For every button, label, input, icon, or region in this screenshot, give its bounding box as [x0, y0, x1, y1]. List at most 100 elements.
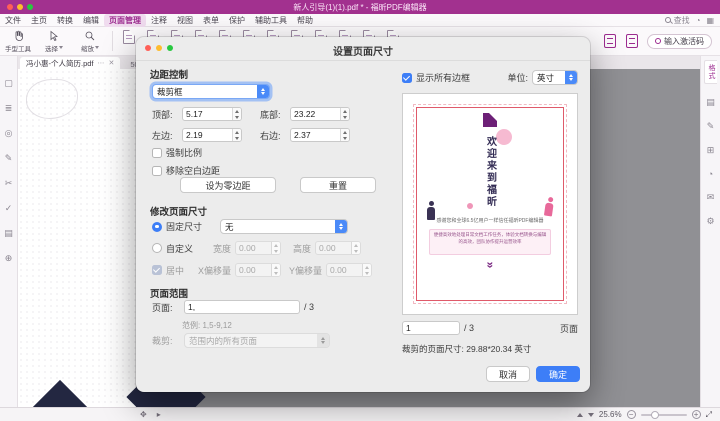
stepper-icon: [271, 264, 280, 276]
menu-view[interactable]: 视图: [172, 14, 198, 27]
fixed-size-radio[interactable]: [152, 222, 162, 232]
align-panel-icon[interactable]: ⊞: [707, 145, 715, 156]
attachments-panel-icon[interactable]: ✂: [5, 178, 13, 189]
box-type-value: 裁剪框: [153, 85, 257, 98]
page-range-input[interactable]: 1,: [184, 300, 300, 314]
sketch-decoration: [26, 79, 78, 119]
menu-file[interactable]: 文件: [0, 14, 26, 27]
hand-icon: [12, 30, 24, 42]
previous-page-icon[interactable]: [577, 413, 583, 417]
layout-grid-icon[interactable]: ▦: [706, 16, 714, 25]
custom-size-radio[interactable]: [152, 243, 162, 253]
document-tab-active[interactable]: 冯小惠-个人简历.pdf ⋯ ✕: [20, 57, 120, 69]
edit-panel-icon[interactable]: ✎: [707, 121, 715, 132]
tab-more-icon[interactable]: ⋯: [98, 59, 105, 67]
hand-tool-button[interactable]: 手型工具: [0, 28, 36, 55]
minimize-window-button[interactable]: [17, 4, 23, 10]
chevron-down-icon: [59, 46, 63, 49]
find-button[interactable]: 查找: [665, 15, 690, 26]
zoom-out-button[interactable]: −: [627, 410, 636, 419]
width-input: 0.00: [235, 241, 281, 255]
bookmarks-panel-icon[interactable]: ▢: [4, 78, 13, 89]
menu-accessibility[interactable]: 辅助工具: [250, 14, 292, 27]
zoom-tool-button[interactable]: 缩放: [72, 28, 108, 55]
pdf-page[interactable]: [18, 69, 136, 407]
signature-panel-icon[interactable]: ✓: [5, 203, 13, 214]
menu-comment[interactable]: 注释: [146, 14, 172, 27]
fixed-size-select[interactable]: 无: [220, 219, 348, 234]
ribbon-menubar: 文件 主页 转换 编辑 页面管理 注释 视图 表单 保护 辅助工具 帮助 查找 …: [0, 14, 720, 27]
stepper-icon[interactable]: [340, 108, 349, 120]
height-input: 0.00: [315, 241, 361, 255]
left-margin-label: 左边:: [152, 129, 178, 142]
notification-icon[interactable]: ◔: [696, 16, 701, 25]
menu-home[interactable]: 主页: [26, 14, 52, 27]
reset-button[interactable]: 重置: [300, 177, 376, 193]
zoom-in-button[interactable]: +: [692, 410, 701, 419]
center-label: 居中: [166, 264, 184, 277]
select-arrows-icon: [257, 85, 269, 98]
format-panel-tab[interactable]: 格式: [704, 60, 717, 84]
remove-blank-margins-checkbox[interactable]: 移除空白边距: [152, 164, 220, 177]
box-type-select[interactable]: 裁剪框: [152, 84, 270, 99]
menu-form[interactable]: 表单: [198, 14, 224, 27]
next-page-icon[interactable]: [588, 413, 594, 417]
page-range-example: 范例: 1,5-9,12: [182, 320, 232, 331]
cropped-size-readout: 裁剪的页面尺寸: 29.88*20.34 英寸: [402, 343, 531, 355]
cancel-button[interactable]: 取消: [486, 366, 530, 382]
enter-activation-code-button[interactable]: 输入激活码: [647, 34, 712, 49]
statusbar-select-tool-icon[interactable]: ▸: [157, 410, 161, 419]
menu-edit[interactable]: 编辑: [78, 14, 104, 27]
comments-panel-icon[interactable]: ✎: [5, 153, 13, 164]
destinations-panel-icon[interactable]: ⊕: [5, 253, 13, 264]
app-window: 新人引导(1)(1).pdf * - 福昕PDF编辑器 文件 主页 转换 编辑 …: [0, 0, 720, 421]
show-all-borders-checkbox[interactable]: [402, 73, 412, 83]
scan-tool-button[interactable]: [599, 30, 621, 52]
properties-panel-icon[interactable]: ▤: [706, 97, 715, 108]
y-offset-input: 0.00: [326, 263, 372, 277]
person-illustration-left: [426, 201, 436, 223]
preview-page-input[interactable]: 1: [402, 321, 460, 335]
right-margin-input[interactable]: 2.37: [290, 128, 350, 142]
zoom-slider-thumb[interactable]: [651, 411, 659, 419]
batch-tool-button[interactable]: [621, 30, 643, 52]
cursor-icon: [48, 30, 60, 42]
select-tool-button[interactable]: 选择: [36, 28, 72, 55]
fullscreen-icon[interactable]: ⤢: [706, 410, 712, 420]
share-panel-icon[interactable]: ✉: [707, 192, 715, 203]
menu-page-management[interactable]: 页面管理: [104, 14, 146, 27]
ok-button[interactable]: 确定: [536, 366, 580, 382]
thumbnails-tool-icon[interactable]: [123, 30, 135, 44]
preview-page-suffix: 页面: [560, 322, 578, 335]
zoom-slider[interactable]: [641, 414, 687, 416]
stepper-icon[interactable]: [232, 129, 241, 141]
statusbar-hand-tool-icon[interactable]: ✥: [140, 410, 147, 419]
window-titlebar: 新人引导(1)(1).pdf * - 福昕PDF编辑器: [0, 0, 720, 14]
page-preview-panel[interactable]: 欢迎来到福昕 感谢您和全球6.5亿用户一样信任福昕PDF编辑器 便捷高效地处理日…: [402, 93, 578, 315]
page-range-total: / 3: [304, 302, 314, 312]
close-window-button[interactable]: [7, 4, 13, 10]
settings-panel-icon[interactable]: ⚙: [706, 216, 714, 227]
search-panel-icon[interactable]: ◎: [5, 128, 13, 139]
stepper-icon[interactable]: [340, 129, 349, 141]
menu-protect[interactable]: 保护: [224, 14, 250, 27]
pink-dot-decoration: [467, 203, 473, 209]
menu-help[interactable]: 帮助: [292, 14, 318, 27]
top-margin-input[interactable]: 5.17: [182, 107, 242, 121]
window-controls: [7, 4, 33, 10]
unit-select[interactable]: 英寸: [532, 70, 578, 85]
bottom-margin-input[interactable]: 23.22: [290, 107, 350, 121]
set-zero-margin-button[interactable]: 设为零边距: [180, 177, 276, 193]
menu-convert[interactable]: 转换: [52, 14, 78, 27]
tab-close-icon[interactable]: ✕: [109, 59, 115, 67]
left-margin-input[interactable]: 2.19: [182, 128, 242, 142]
history-panel-icon[interactable]: ◔: [708, 169, 713, 179]
maximize-window-button[interactable]: [27, 4, 33, 10]
thumbnails-panel-icon[interactable]: ≣: [5, 103, 13, 114]
constrain-proportions-checkbox[interactable]: 强制比例: [152, 146, 202, 159]
foxit-logo-icon: [483, 113, 497, 127]
preview-page-total: / 3: [464, 323, 474, 333]
layers-panel-icon[interactable]: ▤: [4, 228, 13, 239]
left-panel-rail: ▢ ≣ ◎ ✎ ✂ ✓ ▤ ⊕: [0, 56, 18, 407]
stepper-icon[interactable]: [232, 108, 241, 120]
